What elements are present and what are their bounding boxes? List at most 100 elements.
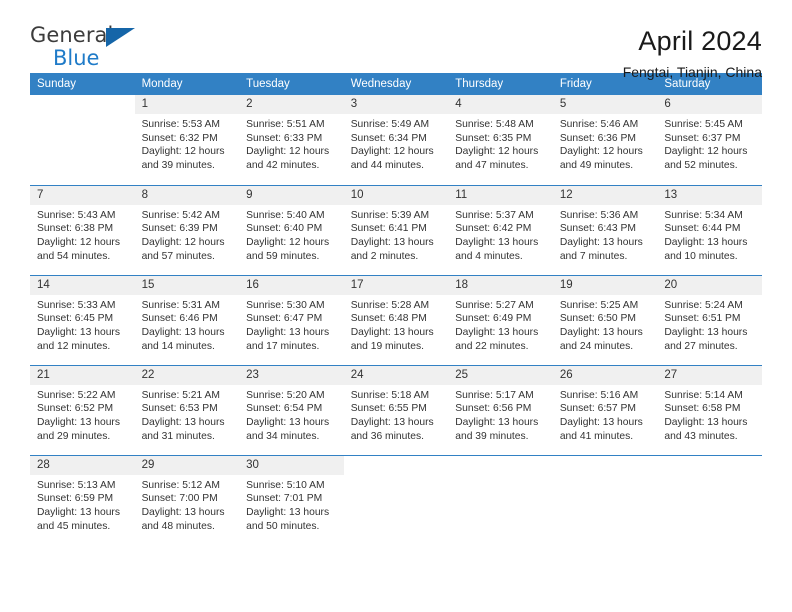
day-details: Sunrise: 5:25 AM Sunset: 6:50 PM Dayligh… <box>553 295 658 354</box>
day-details: Sunrise: 5:22 AM Sunset: 6:52 PM Dayligh… <box>30 385 135 444</box>
day-cell[interactable]: 5 Sunrise: 5:46 AM Sunset: 6:36 PM Dayli… <box>552 95 658 174</box>
sunset-line: Sunset: 6:46 PM <box>141 313 218 325</box>
sunrise-line: Sunrise: 5:39 AM <box>350 209 430 221</box>
weekday-tuesday: Tuesday <box>239 73 344 95</box>
day-details: Sunrise: 5:20 AM Sunset: 6:54 PM Dayligh… <box>239 385 344 444</box>
sunset-line: Sunset: 6:47 PM <box>246 313 323 325</box>
day-cell[interactable]: 12 Sunrise: 5:36 AM Sunset: 6:43 PM Dayl… <box>552 185 658 264</box>
day-number: 20 <box>657 275 762 295</box>
day-number: 12 <box>552 185 658 205</box>
day-details: Sunrise: 5:37 AM Sunset: 6:42 PM Dayligh… <box>448 205 553 264</box>
day-details <box>344 475 449 479</box>
daylight-line-1: Daylight: 13 hours <box>141 506 225 518</box>
day-details: Sunrise: 5:34 AM Sunset: 6:44 PM Dayligh… <box>657 205 762 264</box>
week-separator-line <box>30 354 762 366</box>
day-cell[interactable]: 8 Sunrise: 5:42 AM Sunset: 6:39 PM Dayli… <box>134 185 240 264</box>
daylight-line-1: Daylight: 12 hours <box>455 146 539 158</box>
weekday-thursday: Thursday <box>448 73 553 95</box>
day-cell[interactable]: 22 Sunrise: 5:21 AM Sunset: 6:53 PM Dayl… <box>134 365 240 444</box>
day-cell[interactable] <box>657 455 762 534</box>
page-header: General Blue April 2024 Fengtai, Tianjin… <box>30 0 762 81</box>
sunrise-line: Sunrise: 5:22 AM <box>37 389 116 401</box>
day-cell[interactable]: 6 Sunrise: 5:45 AM Sunset: 6:37 PM Dayli… <box>657 95 762 174</box>
sunset-line: Sunset: 6:39 PM <box>141 223 218 235</box>
day-cell[interactable]: 23 Sunrise: 5:20 AM Sunset: 6:54 PM Dayl… <box>239 365 344 444</box>
sunset-line: Sunset: 6:42 PM <box>455 223 532 235</box>
sunset-line: Sunset: 6:38 PM <box>37 223 114 235</box>
day-cell[interactable]: 11 Sunrise: 5:37 AM Sunset: 6:42 PM Dayl… <box>448 185 553 264</box>
day-cell[interactable]: 3 Sunrise: 5:49 AM Sunset: 6:34 PM Dayli… <box>343 95 449 174</box>
day-number: 2 <box>239 95 344 114</box>
day-cell[interactable]: 25 Sunrise: 5:17 AM Sunset: 6:56 PM Dayl… <box>448 365 553 444</box>
week-row: 21 Sunrise: 5:22 AM Sunset: 6:52 PM Dayl… <box>30 365 762 444</box>
day-cell[interactable]: 20 Sunrise: 5:24 AM Sunset: 6:51 PM Dayl… <box>657 275 762 354</box>
daylight-line-1: Daylight: 13 hours <box>37 416 120 428</box>
day-cell[interactable]: 7 Sunrise: 5:43 AM Sunset: 6:38 PM Dayli… <box>30 185 135 264</box>
daylight-line-1: Daylight: 12 hours <box>246 236 330 248</box>
day-cell[interactable] <box>343 455 449 534</box>
daylight-line-2: and 45 minutes. <box>37 520 111 532</box>
title-block: April 2024 Fengtai, Tianjin, China <box>623 24 762 82</box>
day-cell[interactable]: 9 Sunrise: 5:40 AM Sunset: 6:40 PM Dayli… <box>239 185 344 264</box>
day-cell[interactable]: 21 Sunrise: 5:22 AM Sunset: 6:52 PM Dayl… <box>30 365 135 444</box>
day-number: 5 <box>552 95 658 114</box>
daylight-line-2: and 17 minutes. <box>246 340 320 352</box>
day-cell[interactable]: 1 Sunrise: 5:53 AM Sunset: 6:32 PM Dayli… <box>134 95 240 174</box>
sunset-line: Sunset: 6:51 PM <box>664 313 741 325</box>
day-cell[interactable]: 27 Sunrise: 5:14 AM Sunset: 6:58 PM Dayl… <box>657 365 762 444</box>
daylight-line-2: and 19 minutes. <box>350 340 424 352</box>
daylight-line-2: and 50 minutes. <box>246 520 320 532</box>
day-details: Sunrise: 5:30 AM Sunset: 6:47 PM Dayligh… <box>239 295 344 354</box>
sunrise-line: Sunrise: 5:16 AM <box>559 389 639 401</box>
day-cell[interactable]: 19 Sunrise: 5:25 AM Sunset: 6:50 PM Dayl… <box>552 275 658 354</box>
week-row: 28 Sunrise: 5:13 AM Sunset: 6:59 PM Dayl… <box>30 455 762 534</box>
sunset-line: Sunset: 6:34 PM <box>350 132 427 144</box>
day-cell[interactable] <box>30 95 135 174</box>
day-cell[interactable]: 16 Sunrise: 5:30 AM Sunset: 6:47 PM Dayl… <box>239 275 344 354</box>
sunrise-line: Sunrise: 5:45 AM <box>664 119 743 130</box>
sunrise-line: Sunrise: 5:12 AM <box>141 479 220 491</box>
daylight-line-1: Daylight: 12 hours <box>141 146 225 158</box>
day-cell[interactable]: 14 Sunrise: 5:33 AM Sunset: 6:45 PM Dayl… <box>30 275 135 354</box>
daylight-line-1: Daylight: 13 hours <box>559 326 643 338</box>
day-cell[interactable]: 15 Sunrise: 5:31 AM Sunset: 6:46 PM Dayl… <box>134 275 240 354</box>
day-cell[interactable]: 18 Sunrise: 5:27 AM Sunset: 6:49 PM Dayl… <box>448 275 553 354</box>
logo-word-general: General <box>30 23 114 47</box>
day-number <box>30 95 135 114</box>
sunset-line: Sunset: 6:50 PM <box>559 313 636 325</box>
day-cell[interactable]: 4 Sunrise: 5:48 AM Sunset: 6:35 PM Dayli… <box>448 95 553 174</box>
day-cell[interactable]: 28 Sunrise: 5:13 AM Sunset: 6:59 PM Dayl… <box>30 455 135 534</box>
day-cell[interactable]: 10 Sunrise: 5:39 AM Sunset: 6:41 PM Dayl… <box>343 185 449 264</box>
day-details: Sunrise: 5:12 AM Sunset: 7:00 PM Dayligh… <box>135 475 240 534</box>
sunrise-line: Sunrise: 5:17 AM <box>455 389 534 401</box>
sunset-line: Sunset: 6:58 PM <box>664 403 741 415</box>
day-cell[interactable]: 30 Sunrise: 5:10 AM Sunset: 7:01 PM Dayl… <box>239 455 344 534</box>
day-cell[interactable]: 17 Sunrise: 5:28 AM Sunset: 6:48 PM Dayl… <box>343 275 449 354</box>
sunset-line: Sunset: 7:00 PM <box>141 493 218 505</box>
day-number: 25 <box>448 365 553 385</box>
daylight-line-2: and 2 minutes. <box>350 250 419 262</box>
day-cell[interactable] <box>448 455 553 534</box>
day-cell[interactable]: 26 Sunrise: 5:16 AM Sunset: 6:57 PM Dayl… <box>552 365 658 444</box>
daylight-line-2: and 49 minutes. <box>559 160 634 172</box>
day-details: Sunrise: 5:18 AM Sunset: 6:55 PM Dayligh… <box>344 385 449 444</box>
sunrise-line: Sunrise: 5:51 AM <box>246 119 325 130</box>
day-number: 9 <box>239 185 344 205</box>
weekday-sunday: Sunday <box>30 73 135 95</box>
sunset-line: Sunset: 6:40 PM <box>246 223 323 235</box>
sunrise-line: Sunrise: 5:18 AM <box>350 389 430 401</box>
sunrise-line: Sunrise: 5:13 AM <box>37 479 116 491</box>
day-cell[interactable] <box>552 455 658 534</box>
daylight-line-1: Daylight: 13 hours <box>141 416 225 428</box>
week-separator-line <box>30 444 762 456</box>
day-cell[interactable]: 2 Sunrise: 5:51 AM Sunset: 6:33 PM Dayli… <box>239 95 344 174</box>
daylight-line-1: Daylight: 12 hours <box>664 146 748 158</box>
daylight-line-2: and 39 minutes. <box>455 430 529 442</box>
day-number: 24 <box>343 365 449 385</box>
daylight-line-2: and 12 minutes. <box>37 340 111 352</box>
daylight-line-2: and 43 minutes. <box>664 430 738 442</box>
day-details <box>553 475 658 479</box>
day-cell[interactable]: 24 Sunrise: 5:18 AM Sunset: 6:55 PM Dayl… <box>343 365 449 444</box>
day-cell[interactable]: 13 Sunrise: 5:34 AM Sunset: 6:44 PM Dayl… <box>657 185 762 264</box>
day-cell[interactable]: 29 Sunrise: 5:12 AM Sunset: 7:00 PM Dayl… <box>134 455 240 534</box>
